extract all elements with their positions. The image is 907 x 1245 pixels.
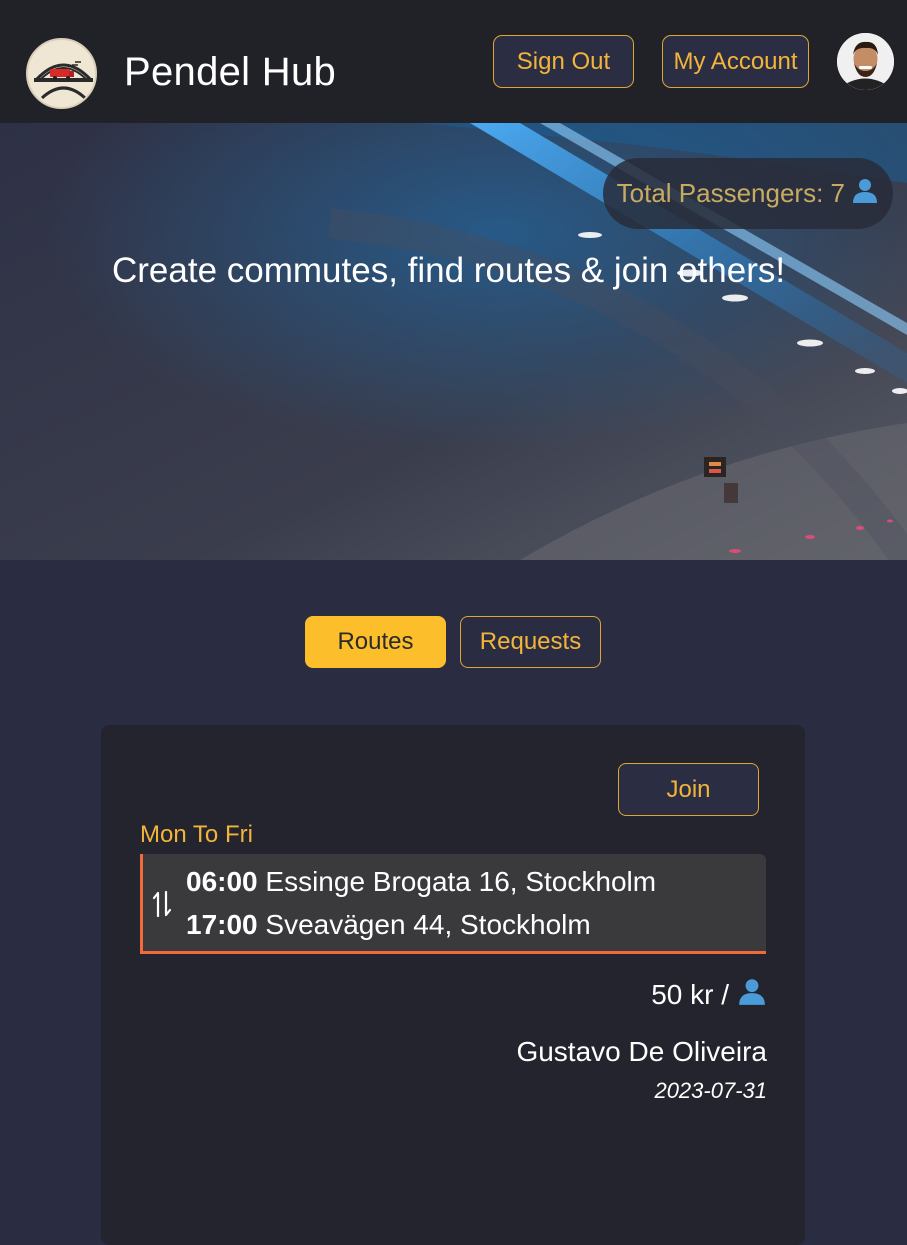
return-time: 17:00: [186, 909, 258, 940]
tab-requests[interactable]: Requests: [460, 616, 601, 668]
route-card: Join Mon To Fri 06:00 Essinge Brogata 16…: [101, 725, 805, 1245]
departure-time: 06:00: [186, 866, 258, 897]
join-button[interactable]: Join: [618, 763, 759, 816]
route-leg-return: 17:00 Sveavägen 44, Stockholm: [186, 909, 591, 941]
hero-tagline: Create commutes, find routes & join othe…: [112, 251, 786, 290]
total-passengers-badge: Total Passengers: 7: [602, 158, 893, 229]
my-account-button[interactable]: My Account: [662, 35, 809, 88]
route-legs-box: 06:00 Essinge Brogata 16, Stockholm 17:0…: [140, 854, 766, 954]
route-days: Mon To Fri: [140, 821, 253, 848]
pendel-hub-logo[interactable]: [26, 38, 97, 109]
price-label: 50 kr /: [651, 978, 729, 1010]
header-bar: Pendel Hub Sign Out My Account: [0, 0, 907, 123]
person-icon: [737, 976, 767, 1013]
total-passengers-label: Total Passengers: 7: [616, 178, 845, 208]
view-tabs: Routes Requests: [305, 616, 601, 668]
brand-title: Pendel Hub: [124, 50, 337, 94]
return-address: Sveavägen 44, Stockholm: [265, 909, 591, 940]
tab-routes[interactable]: Routes: [305, 616, 446, 668]
route-price: 50 kr /: [651, 976, 767, 1013]
route-leg-departure: 06:00 Essinge Brogata 16, Stockholm: [186, 866, 656, 898]
person-icon: [851, 176, 879, 211]
swap-direction-icon: [151, 890, 173, 925]
route-date: 2023-07-31: [654, 1078, 767, 1103]
user-avatar[interactable]: [837, 33, 894, 90]
driver-name: Gustavo De Oliveira: [516, 1036, 767, 1067]
departure-address: Essinge Brogata 16, Stockholm: [265, 866, 657, 897]
sign-out-button[interactable]: Sign Out: [493, 35, 634, 88]
hero-banner: Total Passengers: 7 Create commutes, fin…: [0, 123, 907, 560]
